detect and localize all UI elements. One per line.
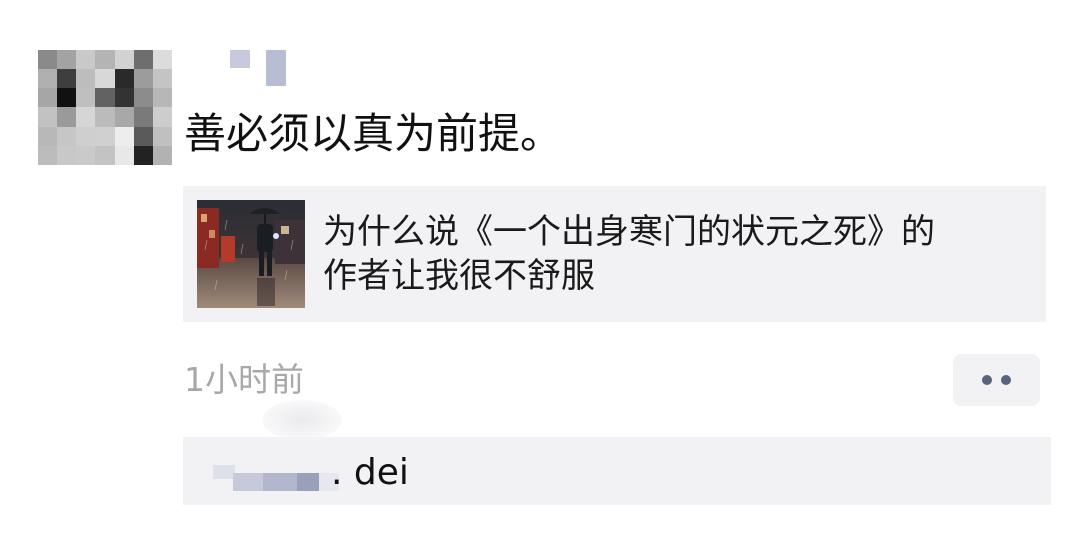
avatar-pixel bbox=[152, 107, 172, 127]
avatar-pixel bbox=[57, 126, 77, 146]
avatar-pixel bbox=[95, 88, 115, 108]
post-text: 善必须以真为前提。 bbox=[184, 109, 563, 158]
avatar-pixel bbox=[152, 145, 172, 165]
avatar-pixel bbox=[114, 107, 134, 127]
link-thumbnail bbox=[197, 200, 305, 308]
avatar-pixel bbox=[38, 145, 58, 165]
avatar-pixel bbox=[114, 145, 134, 165]
avatar-pixel bbox=[95, 107, 115, 127]
avatar-pixel bbox=[57, 107, 77, 127]
avatar-pixel bbox=[76, 145, 96, 165]
avatar-pixel bbox=[114, 69, 134, 89]
avatar-pixel bbox=[133, 107, 153, 127]
dot bbox=[1001, 375, 1011, 385]
link-title-line: 作者让我很不舒服 bbox=[323, 256, 595, 296]
image-artifact bbox=[262, 400, 342, 440]
avatar-pixel bbox=[76, 88, 96, 108]
username-blur-block bbox=[266, 50, 286, 86]
comment-author-blur-block bbox=[233, 473, 263, 491]
more-actions-button[interactable] bbox=[953, 354, 1040, 406]
avatar-pixel bbox=[76, 50, 96, 70]
avatar-pixel bbox=[76, 107, 96, 127]
avatar-pixel bbox=[38, 88, 58, 108]
link-title-line: 为什么说《一个出身寒门的状元之死》的 bbox=[323, 212, 935, 252]
username-blurred[interactable] bbox=[230, 50, 300, 90]
avatar-pixel bbox=[95, 50, 115, 70]
comments-section: . dei bbox=[183, 437, 1051, 505]
avatar-pixel bbox=[133, 126, 153, 146]
avatar[interactable] bbox=[38, 50, 172, 165]
avatar-pixel bbox=[38, 69, 58, 89]
avatar-pixel bbox=[133, 69, 153, 89]
avatar-pixel bbox=[114, 50, 134, 70]
avatar-pixel bbox=[76, 69, 96, 89]
avatar-pixel bbox=[57, 50, 77, 70]
avatar-pixel bbox=[57, 145, 77, 165]
avatar-pixel bbox=[38, 50, 58, 70]
avatar-pixel bbox=[95, 69, 115, 89]
avatar-pixel bbox=[38, 126, 58, 146]
avatar-pixel bbox=[152, 88, 172, 108]
avatar-pixel bbox=[152, 50, 172, 70]
avatar-pixel bbox=[152, 126, 172, 146]
avatar-pixel bbox=[152, 69, 172, 89]
avatar-pixel bbox=[76, 126, 96, 146]
comment-author-blur-block bbox=[213, 465, 235, 479]
avatar-pixel bbox=[133, 50, 153, 70]
avatar-pixel bbox=[114, 88, 134, 108]
username-blur-block bbox=[230, 50, 250, 68]
avatar-pixel bbox=[38, 107, 58, 127]
link-title[interactable]: 为什么说《一个出身寒门的状元之死》的 作者让我很不舒服 bbox=[323, 210, 1023, 298]
comment-author-blur-block bbox=[297, 473, 319, 491]
avatar-pixel bbox=[57, 69, 77, 89]
avatar-pixel bbox=[95, 126, 115, 146]
avatar-pixel bbox=[57, 88, 77, 108]
avatar-pixel bbox=[133, 88, 153, 108]
avatar-pixel bbox=[95, 145, 115, 165]
rainy-street-umbrella-thumbnail bbox=[197, 200, 305, 308]
avatar-pixel bbox=[114, 126, 134, 146]
dot bbox=[982, 375, 992, 385]
post-timestamp: 1小时前 bbox=[184, 360, 304, 399]
shared-link-card[interactable]: 为什么说《一个出身寒门的状元之死》的 作者让我很不舒服 bbox=[183, 186, 1046, 322]
comment-text: . dei bbox=[331, 452, 409, 493]
avatar-pixel bbox=[133, 145, 153, 165]
